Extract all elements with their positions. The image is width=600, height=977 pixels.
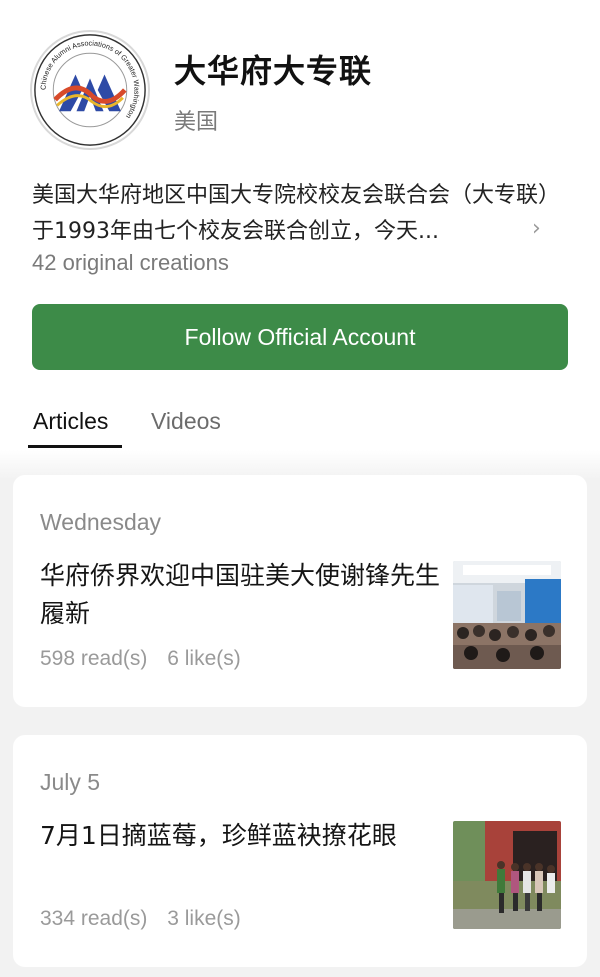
article-read-count: 334 read(s) [40,907,148,930]
article-stats: 598 read(s) 6 like(s) [40,647,255,671]
article-like-count: 6 like(s) [167,647,241,670]
account-logo[interactable]: Chinese Alumni Associations of Greater W… [30,30,150,150]
chevron-right-icon[interactable]: › [532,216,541,241]
article-card[interactable]: July 5 7月1日摘蓝莓，珍鲜蓝袂撩花眼 334 read(s) 3 lik… [13,735,587,967]
article-thumbnail[interactable] [453,821,561,929]
article-date: July 5 [40,769,101,795]
farm-group-photo-icon [453,821,561,929]
article-like-count: 3 like(s) [167,907,241,930]
article-thumbnail[interactable] [453,561,561,669]
account-description[interactable]: 美国大华府地区中国大专院校校友会联合会（大专联）于1993年由七个校友会联合创立… [32,178,552,250]
article-read-count: 598 read(s) [40,647,148,670]
article-date: Wednesday [40,509,162,535]
account-region: 美国 [174,110,219,135]
follow-button[interactable]: Follow Official Account [32,304,568,370]
article-title[interactable]: 华府侨界欢迎中国驻美大使谢锋先生履新 [40,557,440,633]
original-creations-count: 42 original creations [32,250,229,275]
article-card[interactable]: Wednesday 华府侨界欢迎中国驻美大使谢锋先生履新 598 read(s)… [13,475,587,707]
article-feed: Wednesday 华府侨界欢迎中国驻美大使谢锋先生履新 598 read(s)… [0,450,600,977]
account-name: 大华府大专联 [174,52,373,90]
tab-articles[interactable]: Articles [33,408,108,435]
article-stats: 334 read(s) 3 like(s) [40,907,255,931]
tab-videos[interactable]: Videos [151,408,221,435]
active-tab-indicator [28,445,122,448]
conference-hall-photo-icon [453,561,561,669]
account-header: Chinese Alumni Associations of Greater W… [0,0,600,370]
article-title[interactable]: 7月1日摘蓝莓，珍鲜蓝袂撩花眼 [40,817,440,855]
logo-emblem-icon: Chinese Alumni Associations of Greater W… [34,34,146,146]
